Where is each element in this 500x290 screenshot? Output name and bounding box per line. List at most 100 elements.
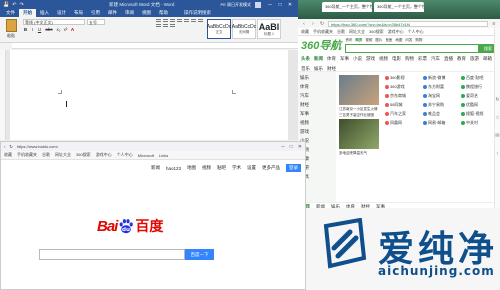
strikethrough-button[interactable]: abc <box>44 27 54 32</box>
category-link[interactable]: 邮箱 <box>483 56 492 62</box>
maximize-button[interactable]: □ <box>290 144 293 150</box>
nav-link[interactable]: 学术 <box>232 165 241 171</box>
site-link[interactable]: 网易·邮箱 <box>423 120 459 126</box>
nav-link[interactable]: 视频 <box>202 165 211 171</box>
favorite-item[interactable]: 手机收藏夹 <box>17 152 37 158</box>
tab-layout[interactable]: 布局 <box>70 9 87 17</box>
horizontal-ruler[interactable] <box>12 43 298 49</box>
category-link[interactable]: 彩票 <box>418 56 427 62</box>
site-link[interactable]: 搜狐·视频 <box>461 111 497 117</box>
site-link[interactable]: 360影视 <box>385 75 421 81</box>
search-tab[interactable]: 地图 <box>395 38 402 43</box>
baidu-search-button[interactable]: 百度一下 <box>185 249 214 260</box>
favorite-item[interactable]: 个人中心 <box>117 152 133 158</box>
category-link[interactable]: 购物 <box>405 56 414 62</box>
search-tab[interactable]: 问答 <box>405 38 412 43</box>
site-link[interactable]: 百度·贴吧 <box>461 75 497 81</box>
left-menu-item[interactable]: 娱乐 <box>300 75 334 82</box>
favorite-item[interactable]: 游戏中心 <box>388 29 404 35</box>
line-spacing-icon[interactable] <box>170 24 175 27</box>
browser-tab[interactable]: 360导航_一个主页，整个世界 <box>374 2 424 12</box>
multilevel-list-icon[interactable] <box>170 19 175 22</box>
forward-icon[interactable]: › <box>310 21 316 27</box>
refresh-icon[interactable]: ↻ <box>495 97 499 103</box>
nav-link[interactable]: 设置 <box>247 165 256 171</box>
font-color-button[interactable]: A <box>70 27 75 32</box>
nav-link[interactable]: 贴吧 <box>217 165 226 171</box>
nav-link[interactable]: 地图 <box>187 165 196 171</box>
paste-button[interactable]: 粘贴 <box>2 19 20 40</box>
nav-link[interactable]: 更多产品 <box>262 165 280 171</box>
favorite-item[interactable]: 个人中心 <box>408 29 424 35</box>
minimize-button[interactable]: ─ <box>281 144 285 150</box>
news-headline[interactable]: 多地迎来降温天气 <box>339 151 379 155</box>
refresh-icon[interactable]: ↻ <box>319 21 325 27</box>
site-link[interactable]: 爱奇艺 <box>461 93 497 99</box>
favorite-item[interactable]: 手机收藏夹 <box>313 29 333 35</box>
document-page[interactable] <box>10 50 288 140</box>
subscript-button[interactable]: x₂ <box>56 27 61 32</box>
left-menu-item[interactable]: 财经 <box>300 102 334 109</box>
category-link[interactable]: 直播 <box>444 56 453 62</box>
tab-help[interactable]: 帮助 <box>155 9 172 17</box>
favorite-item[interactable]: 网址大全 <box>349 29 365 35</box>
favorite-item[interactable]: 谷歌 <box>337 29 345 35</box>
baidu-logo[interactable]: Bai du 百度 <box>97 216 163 236</box>
left-menu-item[interactable]: 视频 <box>300 120 334 127</box>
maximize-button[interactable]: □ <box>275 2 285 8</box>
align-right-icon[interactable] <box>156 24 161 27</box>
favorite-item[interactable]: 收藏 <box>4 152 12 158</box>
user-name[interactable]: PE 周日开发模式 <box>221 2 251 8</box>
redo-icon[interactable]: ↷ <box>19 2 23 8</box>
back-icon[interactable]: ‹ <box>4 144 5 149</box>
nav-link[interactable]: 新闻 <box>151 165 160 171</box>
tab-file[interactable]: 文件 <box>2 9 19 17</box>
tab-insert[interactable]: 插入 <box>36 9 53 17</box>
site-link[interactable]: 京东商城 <box>385 93 421 99</box>
category-link[interactable]: 新闻 <box>314 56 323 62</box>
justify-icon[interactable] <box>163 24 168 27</box>
news-photo[interactable] <box>339 119 379 149</box>
category-link[interactable]: 汽车 <box>431 56 440 62</box>
search-tab[interactable]: 视频 <box>365 38 372 43</box>
category-link[interactable]: 军事 <box>340 56 349 62</box>
tab-references[interactable]: 引用 <box>87 9 104 17</box>
site-link[interactable]: 优酷网 <box>461 102 497 108</box>
tab-home[interactable]: 开始 <box>19 9 36 17</box>
refresh-icon[interactable]: ↻ <box>9 144 12 149</box>
left-menu-item[interactable]: 体育 <box>300 84 334 91</box>
underline-button[interactable]: U <box>37 27 42 32</box>
favorite-item[interactable]: 360搜索 <box>76 152 91 158</box>
baidu-search-input[interactable] <box>39 249 185 260</box>
nav360-logo[interactable]: 360导航 <box>301 37 341 53</box>
favorite-item[interactable]: 谷歌 <box>42 152 50 158</box>
bullets-icon[interactable] <box>156 19 161 22</box>
favorite-item[interactable]: 网址大全 <box>55 152 71 158</box>
back-to-top-icon[interactable]: ↑ <box>496 151 499 157</box>
left-menu-item[interactable]: 游戏 <box>300 129 334 136</box>
back-icon[interactable]: ‹ <box>301 21 307 27</box>
site-link[interactable]: 携程旅行 <box>461 84 497 90</box>
category-link[interactable]: 视频 <box>379 56 388 62</box>
left-menu-item[interactable]: 汽车 <box>300 93 334 100</box>
news-photo[interactable] <box>339 75 379 105</box>
site-link[interactable]: 360游戏 <box>385 84 421 90</box>
site-link[interactable]: 汽车之家 <box>385 111 421 117</box>
bold-button[interactable]: B <box>23 27 28 32</box>
search-tab[interactable]: 资讯 <box>345 38 352 43</box>
site-link[interactable]: 苏宁易购 <box>423 102 459 108</box>
site-link[interactable]: 淘宝网 <box>423 93 459 99</box>
decrease-indent-icon[interactable] <box>177 19 182 22</box>
url-field[interactable]: https://hao.360.com/?src=lm&ls=n35b47c1f… <box>328 20 488 27</box>
font-name-select[interactable]: 等线 (中文正文) <box>23 19 85 25</box>
style-no-spacing[interactable]: AaBbCcDc 无间隔 <box>232 19 256 39</box>
tab-review[interactable]: 审阅 <box>121 9 138 17</box>
url-field[interactable]: https://www.baidu.com/ <box>17 144 58 149</box>
undo-icon[interactable]: ↶ <box>12 2 16 8</box>
site-link[interactable]: 唯品会 <box>423 111 459 117</box>
category-link[interactable]: 小说 <box>353 56 362 62</box>
search-tab[interactable]: 网页 <box>355 38 362 43</box>
news-headline[interactable]: 江苏南京一小区发生火情 <box>339 107 379 111</box>
search-tab[interactable]: 良医 <box>385 38 392 43</box>
numbering-icon[interactable] <box>163 19 168 22</box>
